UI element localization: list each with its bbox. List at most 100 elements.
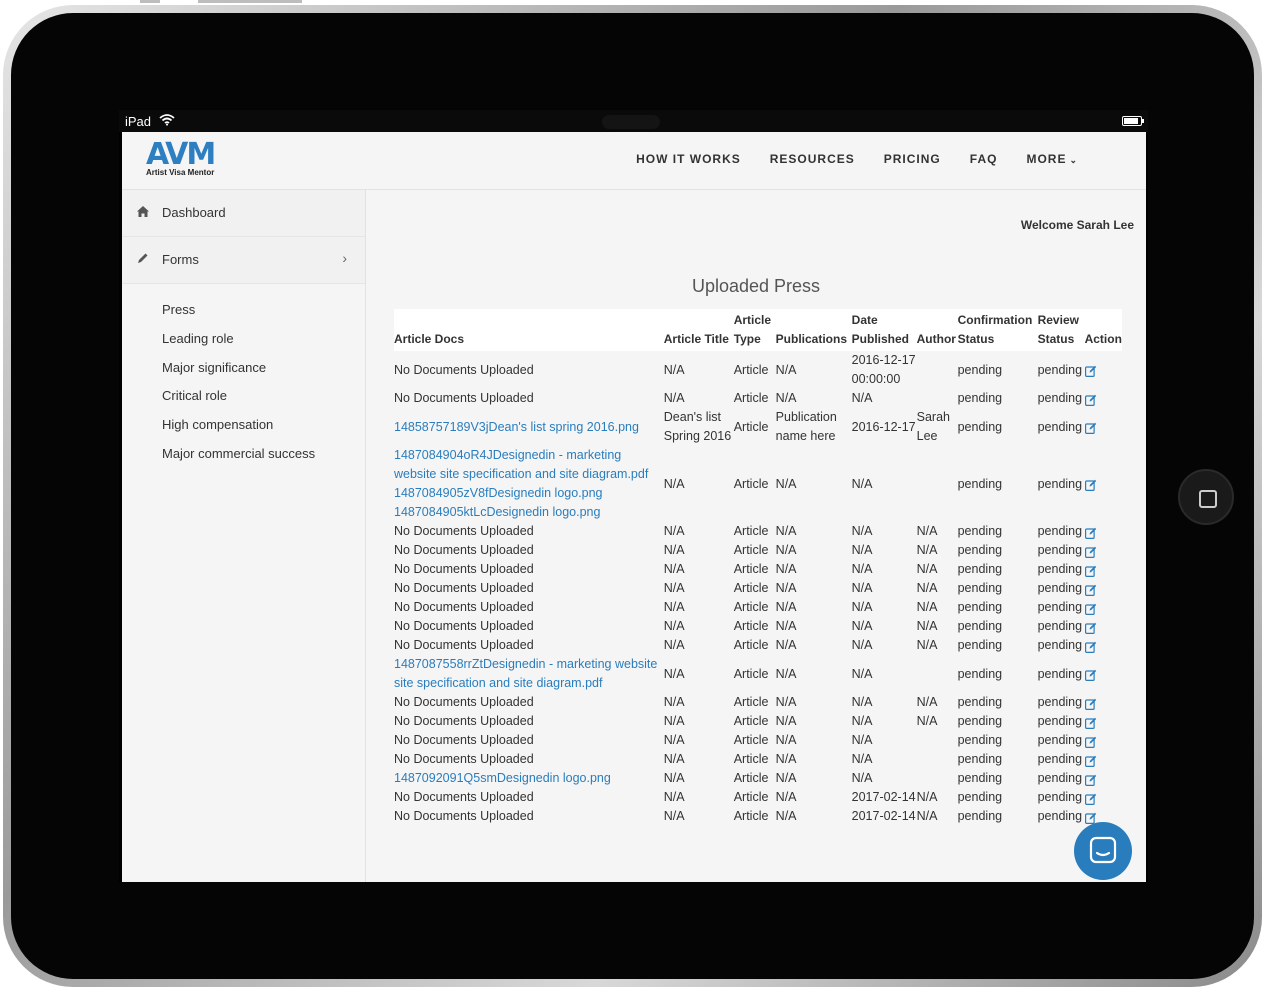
cell-article-title: N/A (663, 666, 685, 681)
cell-article-type: Article (733, 771, 769, 785)
cell-publications: N/A (775, 809, 797, 823)
cell-article-type: Article (733, 714, 769, 728)
cell-publications: N/A (775, 752, 797, 766)
cell-action (1084, 522, 1122, 541)
cell-author (917, 655, 958, 693)
cell-author (917, 351, 958, 389)
cell-date-published: N/A (851, 391, 873, 405)
header-article-title: Article Title (663, 309, 734, 351)
screen: iPad AVM Artist Visa Mentor HOW IT WORKS… (119, 110, 1148, 882)
cell-confirmation-status: pending (957, 543, 1003, 557)
table-row: No Documents Uploaded N/A Article N/A N/A N/A… (394, 522, 1122, 541)
edit-icon[interactable] (1084, 773, 1097, 786)
header-publications: Publications (775, 309, 852, 351)
nav-how-it-works[interactable]: HOW IT WORKS (636, 152, 741, 166)
edit-icon[interactable] (1084, 545, 1097, 558)
sidebar-item-label: Dashboard (162, 205, 226, 220)
cell-article-docs: No Documents Uploaded (394, 750, 664, 769)
camera (602, 115, 660, 129)
nav-faq[interactable]: FAQ (970, 152, 998, 166)
submenu-item-critical-role[interactable]: Critical role (122, 382, 365, 411)
cell-publications: N/A (775, 619, 797, 633)
edit-icon[interactable] (1084, 735, 1097, 748)
cell-article-docs: 14858757189V3jDean's list spring 2016.pn… (394, 408, 664, 446)
cell-publications: N/A (775, 524, 797, 538)
cell-date-published: N/A (851, 562, 873, 576)
cell-date-published: N/A (851, 638, 873, 652)
nav-more[interactable]: MORE ⌄ (1026, 152, 1078, 166)
edit-icon[interactable] (1084, 621, 1097, 634)
volume-button (140, 0, 160, 3)
edit-icon[interactable] (1084, 421, 1097, 435)
cell-review-status: pending (1037, 391, 1083, 405)
table-row: No Documents Uploaded N/A Article N/A N/A N/A… (394, 579, 1122, 598)
cell-confirmation-status: pending (957, 562, 1003, 576)
no-documents-text: No Documents Uploaded (394, 790, 534, 804)
cell-publications: N/A (775, 695, 797, 709)
cell-article-type: Article (733, 419, 769, 434)
brand-logo[interactable]: AVM Artist Visa Mentor (146, 140, 226, 180)
edit-icon[interactable] (1084, 792, 1097, 805)
sidebar-item-forms[interactable]: Forms › (122, 237, 365, 284)
cell-article-title: N/A (663, 362, 685, 377)
no-documents-text: No Documents Uploaded (394, 638, 534, 652)
cell-date-published: N/A (851, 714, 873, 728)
no-documents-text: No Documents Uploaded (394, 543, 534, 557)
cell-author: N/A (916, 524, 938, 538)
cell-author: N/A (916, 790, 938, 804)
document-link[interactable]: 14858757189V3jDean's list spring 2016.pn… (394, 418, 664, 437)
table-row: No Documents Uploaded N/A Article N/A 2016-1… (394, 351, 1122, 389)
cell-confirmation-status: pending (957, 600, 1003, 614)
submenu-item-press[interactable]: Press (122, 296, 365, 325)
edit-icon[interactable] (1084, 478, 1097, 492)
submenu-item-major-significance[interactable]: Major significance (122, 354, 365, 383)
edit-icon[interactable] (1084, 526, 1097, 539)
cell-article-type: Article (733, 733, 769, 747)
cell-article-title: N/A (663, 771, 685, 785)
edit-icon[interactable] (1084, 602, 1097, 615)
cell-article-title: Dean's list Spring 2016 (663, 410, 732, 443)
document-link[interactable]: 1487084905ktLcDesignedin logo.png (394, 503, 664, 522)
battery-level (1124, 118, 1139, 124)
submenu-item-high-compensation[interactable]: High compensation (122, 411, 365, 440)
submenu-item-major-commercial-success[interactable]: Major commercial success (122, 440, 365, 469)
edit-icon[interactable] (1084, 668, 1097, 682)
cell-author: N/A (916, 714, 938, 728)
submenu-item-leading-role[interactable]: Leading role (122, 325, 365, 354)
edit-icon[interactable] (1084, 716, 1097, 729)
sidebar-item-dashboard[interactable]: Dashboard (122, 190, 365, 237)
cell-publications: N/A (775, 562, 797, 576)
table-row: No Documents Uploaded N/A Article N/A N/A pen… (394, 731, 1122, 750)
cell-publications: Publication name here (775, 410, 837, 443)
edit-icon[interactable] (1084, 811, 1097, 824)
main-content: Welcome Sarah Lee Uploaded Press Article… (366, 190, 1146, 882)
edit-icon[interactable] (1084, 583, 1097, 596)
document-link[interactable]: 1487092091Q5smDesignedin logo.png (394, 769, 664, 788)
edit-icon[interactable] (1084, 364, 1097, 378)
edit-icon[interactable] (1084, 697, 1097, 710)
cell-confirmation-status: pending (957, 733, 1003, 747)
welcome-message: Welcome Sarah Lee (1020, 218, 1134, 232)
home-button[interactable] (1178, 469, 1234, 525)
cell-article-docs: No Documents Uploaded (394, 598, 664, 617)
document-link[interactable]: 1487084905zV8fDesignedin logo.png (394, 484, 664, 503)
chat-button[interactable] (1074, 822, 1132, 880)
edit-icon[interactable] (1084, 393, 1097, 406)
cell-date-published: 2017-02-14 (851, 790, 916, 804)
cell-article-docs: No Documents Uploaded (394, 788, 664, 807)
edit-icon[interactable] (1084, 754, 1097, 767)
cell-review-status: pending (1037, 638, 1083, 652)
nav-pricing[interactable]: PRICING (884, 152, 941, 166)
edit-icon[interactable] (1084, 564, 1097, 577)
cell-review-status: pending (1037, 790, 1083, 804)
document-link[interactable]: 1487087558rrZtDesignedin - marketing web… (394, 655, 664, 693)
edit-icon[interactable] (1084, 640, 1097, 653)
cell-review-status: pending (1037, 733, 1083, 747)
cell-publications: N/A (775, 733, 797, 747)
no-documents-text: No Documents Uploaded (394, 562, 534, 576)
nav-resources[interactable]: RESOURCES (770, 152, 855, 166)
cell-publications: N/A (775, 666, 797, 681)
cell-article-docs: 1487092091Q5smDesignedin logo.png (394, 769, 664, 788)
cell-publications: N/A (775, 391, 797, 405)
document-link[interactable]: 1487084904oR4JDesignedin - marketing web… (394, 446, 664, 484)
